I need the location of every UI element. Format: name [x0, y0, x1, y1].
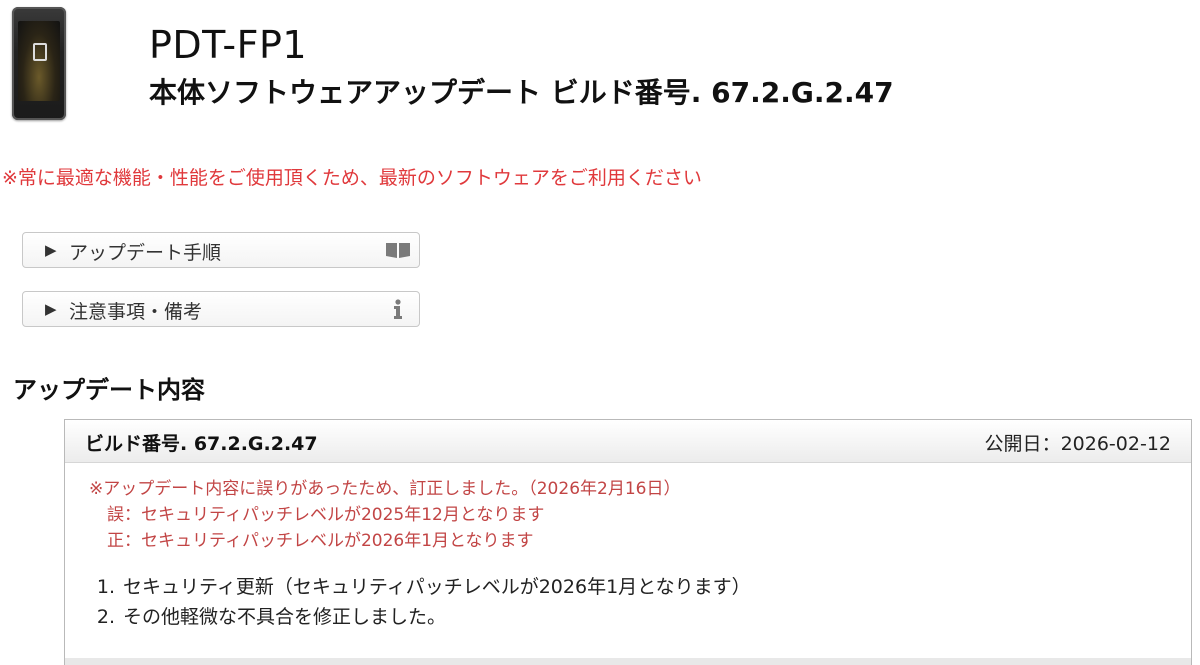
fold-update-procedure[interactable]: ▶ アップデート手順 — [22, 232, 420, 268]
notice-text: ※常に最適な機能・性能をご使用頂くため、最新のソフトウェアをご利用ください — [2, 167, 702, 189]
panel-header: ビルド番号. 67.2.G.2.47 公開日：2026-02-12 — [65, 420, 1191, 463]
page: PDT-FP1 本体ソフトウェアアップデート ビルド番号. 67.2.G.2.4… — [0, 0, 1200, 665]
device-screen-glyph — [33, 43, 47, 61]
list-item: 2. その他軽微な不具合を修正しました。 — [89, 602, 751, 632]
list-item: 1. セキュリティ更新（セキュリティパッチレベルが2026年1月となります） — [89, 572, 751, 602]
update-content-panel: ビルド番号. 67.2.G.2.47 公開日：2026-02-12 ※アップデー… — [64, 419, 1192, 665]
change-list: 1. セキュリティ更新（セキュリティパッチレベルが2026年1月となります） 2.… — [89, 572, 751, 632]
device-image — [12, 7, 66, 120]
publish-date-separator: ： — [1041, 433, 1061, 455]
panel-footer — [65, 658, 1191, 665]
section-heading: アップデート内容 — [13, 376, 205, 404]
book-icon — [385, 240, 411, 260]
errata-line: ※アップデート内容に誤りがあったため、訂正しました。（2026年2月16日） — [89, 479, 681, 499]
update-title: 本体ソフトウェアアップデート ビルド番号. 67.2.G.2.47 — [149, 76, 894, 109]
device-screen — [18, 21, 60, 101]
list-number: 1. — [96, 576, 115, 598]
list-number: 2. — [96, 606, 115, 628]
build-number: ビルド番号. 67.2.G.2.47 — [85, 433, 318, 455]
publish-date: 公開日：2026-02-12 — [985, 429, 1171, 456]
errata-note: ※アップデート内容に誤りがあったため、訂正しました。（2026年2月16日） 誤… — [89, 476, 680, 554]
product-name: PDT-FP1 — [149, 23, 308, 67]
publish-date-value: 2026-02-12 — [1060, 433, 1171, 455]
fold-label: アップデート手順 — [69, 242, 222, 264]
list-text: セキュリティ更新（セキュリティパッチレベルが2026年1月となります） — [123, 576, 751, 598]
list-text: その他軽微な不具合を修正しました。 — [123, 606, 447, 628]
fold-notes[interactable]: ▶ 注意事項・備考 — [22, 291, 420, 327]
publish-date-label: 公開日 — [984, 433, 1042, 455]
expand-arrow-icon: ▶ — [45, 300, 57, 318]
errata-wrong-line: 誤：セキュリティパッチレベルが2025年12月となります — [107, 505, 545, 525]
errata-correct-line: 正：セキュリティパッチレベルが2026年1月となります — [107, 531, 534, 551]
expand-arrow-icon: ▶ — [45, 241, 57, 259]
info-icon — [385, 299, 411, 319]
fold-label: 注意事項・備考 — [69, 301, 203, 323]
